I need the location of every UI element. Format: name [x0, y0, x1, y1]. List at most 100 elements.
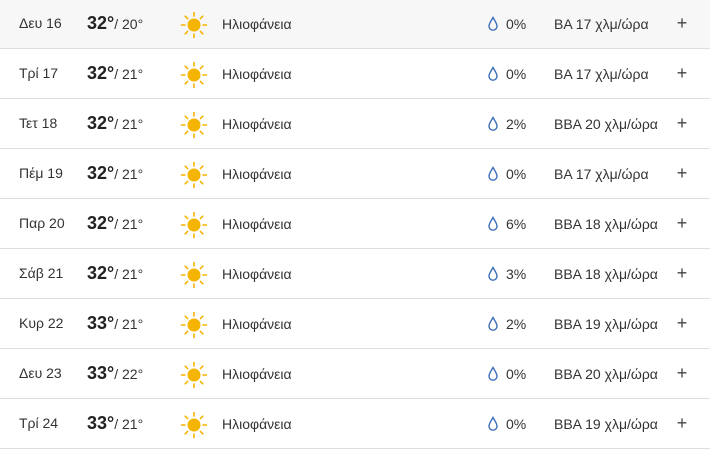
raindrop-icon	[488, 116, 498, 131]
temperature: 32°/ 21°	[87, 163, 143, 184]
precipitation-chance: 0%	[506, 16, 527, 32]
expand-icon[interactable]: +	[674, 62, 690, 84]
low-temp: / 21°	[114, 66, 144, 82]
sun-icon	[180, 111, 208, 139]
low-temp: / 21°	[114, 116, 144, 132]
forecast-row[interactable]: Τρί 17 32°/ 21° Ηλιοφάνεια 0% ΒΑ 17 χλμ/…	[0, 50, 710, 99]
precipitation-chance: 3%	[506, 266, 527, 282]
sun-icon	[180, 11, 208, 39]
day-label: Παρ 20	[19, 215, 65, 231]
sun-icon	[180, 161, 208, 189]
precipitation-chance: 0%	[506, 166, 527, 182]
high-temp: 32°	[87, 113, 115, 133]
day-label: Τρί 24	[19, 415, 59, 431]
day-label: Δευ 16	[19, 15, 62, 31]
expand-icon[interactable]: +	[674, 362, 690, 384]
expand-icon[interactable]: +	[674, 162, 690, 184]
low-temp: / 21°	[114, 416, 144, 432]
condition-label: Ηλιοφάνεια	[222, 16, 292, 32]
condition-label: Ηλιοφάνεια	[222, 66, 292, 82]
low-temp: / 21°	[114, 166, 144, 182]
precipitation-chance: 0%	[506, 66, 527, 82]
low-temp: / 22°	[114, 366, 144, 382]
forecast-row[interactable]: Δευ 23 33°/ 22° Ηλιοφάνεια 0% ΒΒΑ 20 χλμ…	[0, 350, 710, 399]
low-temp: / 21°	[114, 266, 144, 282]
sun-icon	[180, 361, 208, 389]
expand-icon[interactable]: +	[674, 262, 690, 284]
high-temp: 33°	[87, 313, 115, 333]
high-temp: 33°	[87, 413, 115, 433]
wind-label: ΒΑ 17 χλμ/ώρα	[554, 16, 649, 32]
high-temp: 32°	[87, 213, 115, 233]
condition-label: Ηλιοφάνεια	[222, 366, 292, 382]
condition-label: Ηλιοφάνεια	[222, 316, 292, 332]
wind-label: ΒΒΑ 18 χλμ/ώρα	[554, 266, 658, 282]
raindrop-icon	[488, 416, 498, 431]
sun-icon	[180, 61, 208, 89]
day-label: Πέμ 19	[19, 165, 63, 181]
forecast-row[interactable]: Πέμ 19 32°/ 21° Ηλιοφάνεια 0% ΒΑ 17 χλμ/…	[0, 150, 710, 199]
temperature: 32°/ 21°	[87, 63, 143, 84]
high-temp: 32°	[87, 163, 115, 183]
wind-label: ΒΑ 17 χλμ/ώρα	[554, 166, 649, 182]
raindrop-icon	[488, 366, 498, 381]
forecast-row[interactable]: Κυρ 22 33°/ 21° Ηλιοφάνεια 2% ΒΒΑ 19 χλμ…	[0, 300, 710, 349]
sun-icon	[180, 411, 208, 439]
sun-icon	[180, 211, 208, 239]
day-label: Κυρ 22	[19, 315, 64, 331]
precipitation-chance: 0%	[506, 366, 527, 382]
expand-icon[interactable]: +	[674, 412, 690, 434]
forecast-row[interactable]: Σάβ 21 32°/ 21° Ηλιοφάνεια 3% ΒΒΑ 18 χλμ…	[0, 250, 710, 299]
raindrop-icon	[488, 316, 498, 331]
expand-icon[interactable]: +	[674, 12, 690, 34]
day-label: Τρί 17	[19, 65, 59, 81]
raindrop-icon	[488, 266, 498, 281]
condition-label: Ηλιοφάνεια	[222, 216, 292, 232]
sun-icon	[180, 261, 208, 289]
high-temp: 32°	[87, 63, 115, 83]
high-temp: 32°	[87, 13, 115, 33]
condition-label: Ηλιοφάνεια	[222, 416, 292, 432]
precipitation-chance: 2%	[506, 316, 527, 332]
expand-icon[interactable]: +	[674, 212, 690, 234]
temperature: 32°/ 21°	[87, 213, 143, 234]
temperature: 33°/ 21°	[87, 413, 143, 434]
low-temp: / 21°	[114, 316, 144, 332]
expand-icon[interactable]: +	[674, 112, 690, 134]
precipitation-chance: 2%	[506, 116, 527, 132]
raindrop-icon	[488, 166, 498, 181]
condition-label: Ηλιοφάνεια	[222, 166, 292, 182]
raindrop-icon	[488, 16, 498, 31]
sun-icon	[180, 311, 208, 339]
wind-label: ΒΒΑ 18 χλμ/ώρα	[554, 216, 658, 232]
daily-forecast-list: Δευ 16 32°/ 20° Ηλιοφάνεια 0% ΒΑ 17 χλμ/…	[0, 0, 710, 456]
wind-label: ΒΒΑ 19 χλμ/ώρα	[554, 316, 658, 332]
high-temp: 32°	[87, 263, 115, 283]
temperature: 33°/ 21°	[87, 313, 143, 334]
wind-label: ΒΒΑ 20 χλμ/ώρα	[554, 116, 658, 132]
day-label: Δευ 23	[19, 365, 62, 381]
raindrop-icon	[488, 216, 498, 231]
day-label: Σάβ 21	[19, 265, 64, 281]
expand-icon[interactable]: +	[674, 312, 690, 334]
wind-label: ΒΒΑ 20 χλμ/ώρα	[554, 366, 658, 382]
raindrop-icon	[488, 66, 498, 81]
precipitation-chance: 0%	[506, 416, 527, 432]
forecast-row[interactable]: Παρ 20 32°/ 21° Ηλιοφάνεια 6% ΒΒΑ 18 χλμ…	[0, 200, 710, 249]
forecast-row[interactable]: Δευ 16 32°/ 20° Ηλιοφάνεια 0% ΒΑ 17 χλμ/…	[0, 0, 710, 49]
forecast-row[interactable]: Τετ 18 32°/ 21° Ηλιοφάνεια 2% ΒΒΑ 20 χλμ…	[0, 100, 710, 149]
temperature: 32°/ 21°	[87, 263, 143, 284]
low-temp: / 21°	[114, 216, 144, 232]
condition-label: Ηλιοφάνεια	[222, 266, 292, 282]
day-label: Τετ 18	[19, 115, 58, 131]
low-temp: / 20°	[114, 16, 144, 32]
wind-label: ΒΑ 17 χλμ/ώρα	[554, 66, 649, 82]
condition-label: Ηλιοφάνεια	[222, 116, 292, 132]
forecast-row[interactable]: Τρί 24 33°/ 21° Ηλιοφάνεια 0% ΒΒΑ 19 χλμ…	[0, 400, 710, 449]
high-temp: 33°	[87, 363, 115, 383]
temperature: 32°/ 20°	[87, 13, 143, 34]
precipitation-chance: 6%	[506, 216, 527, 232]
temperature: 33°/ 22°	[87, 363, 143, 384]
wind-label: ΒΒΑ 19 χλμ/ώρα	[554, 416, 658, 432]
temperature: 32°/ 21°	[87, 113, 143, 134]
